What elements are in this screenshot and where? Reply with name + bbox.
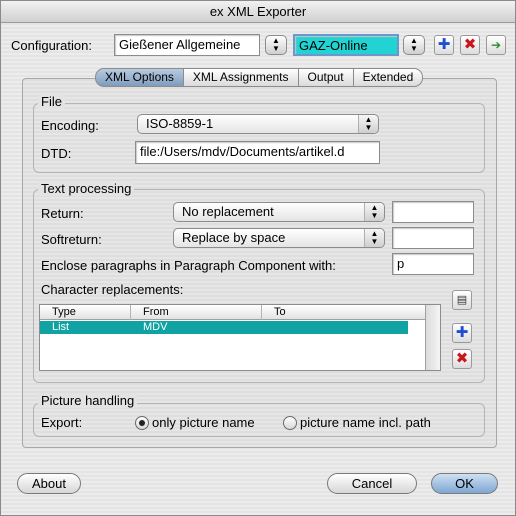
configuration-label: Configuration: [11,38,92,53]
exporter-window: ex XML Exporter Configuration: Gießener … [0,0,516,516]
text-processing-title: Text processing [38,181,135,196]
table-scrollbar[interactable] [425,305,440,370]
export-label: Export: [41,415,83,430]
popup-arrows-icon: ▲ ▼ [364,203,384,221]
stepper-down-icon: ▼ [272,44,280,53]
tab-extended[interactable]: Extended [353,68,424,87]
softreturn-label: Softreturn: [41,232,102,247]
encoding-label: Encoding: [41,118,99,133]
enclose-label: Enclose paragraphs in Paragraph Componen… [41,258,336,273]
import-replacements-button[interactable]: ▤ [452,290,472,310]
encoding-value: ISO-8859-1 [146,116,214,131]
row-type-cell: List [52,321,70,333]
softreturn-popup[interactable]: Replace by space ▲ ▼ [173,228,385,248]
column-header-type[interactable]: Type [40,305,131,320]
enclose-field[interactable]: p [392,253,474,275]
tab-bar: XML Options XML Assignments Output Exten… [95,68,424,87]
tab-xml-assignments[interactable]: XML Assignments [183,68,299,87]
plus-icon: ✚ [455,324,469,341]
configuration-primary-field[interactable]: Gießener Allgemeine [114,34,260,56]
tab-xml-options[interactable]: XML Options [95,68,184,87]
character-replacements-label: Character replacements: [41,282,184,297]
popup-arrows-icon: ▲ ▼ [364,229,384,247]
ok-button[interactable]: OK [431,473,498,494]
dtd-field[interactable]: file:/Users/mdv/Documents/artikel.d [135,141,380,164]
column-header-to[interactable]: To [262,305,426,320]
table-row[interactable]: List MDV [40,321,408,334]
export-arrow-icon: ➔ [490,38,502,52]
column-header-from[interactable]: From [131,305,262,320]
encoding-popup[interactable]: ISO-8859-1 ▲ ▼ [137,114,379,134]
delete-configuration-button[interactable]: ✖ [460,35,480,55]
export-configuration-button[interactable]: ➔ [486,35,506,55]
add-replacement-button[interactable]: ✚ [452,323,472,343]
softreturn-value: Replace by space [182,230,286,245]
picture-handling-title: Picture handling [38,393,138,408]
configuration-secondary-stepper[interactable]: ▲ ▼ [403,35,425,55]
x-icon: ✖ [463,36,477,53]
return-replacement-field[interactable] [392,201,474,223]
plus-icon: ✚ [437,36,451,53]
return-label: Return: [41,206,84,221]
x-icon: ✖ [455,350,469,367]
option-picture-name-incl-path[interactable]: picture name incl. path [300,415,431,430]
popup-arrows-icon: ▲ ▼ [358,115,378,133]
dtd-label: DTD: [41,146,72,161]
configuration-primary-stepper[interactable]: ▲ ▼ [265,35,287,55]
character-replacements-table[interactable]: Type From To List MDV [39,304,441,371]
configuration-secondary-field[interactable]: GAZ-Online [293,34,399,56]
table-header: Type From To [40,305,426,320]
softreturn-replacement-field[interactable] [392,227,474,249]
cancel-button[interactable]: Cancel [327,473,417,494]
row-to-cell [262,321,274,334]
about-button[interactable]: About [17,473,81,494]
radio-only-picture-name[interactable] [135,416,149,430]
import-list-icon: ▤ [456,294,468,306]
stepper-down-icon: ▼ [410,44,418,53]
row-from-cell: MDV [143,321,168,333]
tab-output[interactable]: Output [298,68,354,87]
radio-picture-name-incl-path[interactable] [283,416,297,430]
file-group-title: File [38,94,65,109]
delete-replacement-button[interactable]: ✖ [452,349,472,369]
return-popup[interactable]: No replacement ▲ ▼ [173,202,385,222]
add-configuration-button[interactable]: ✚ [434,35,454,55]
window-title: ex XML Exporter [1,1,515,23]
option-only-picture-name[interactable]: only picture name [152,415,255,430]
return-value: No replacement [182,204,274,219]
